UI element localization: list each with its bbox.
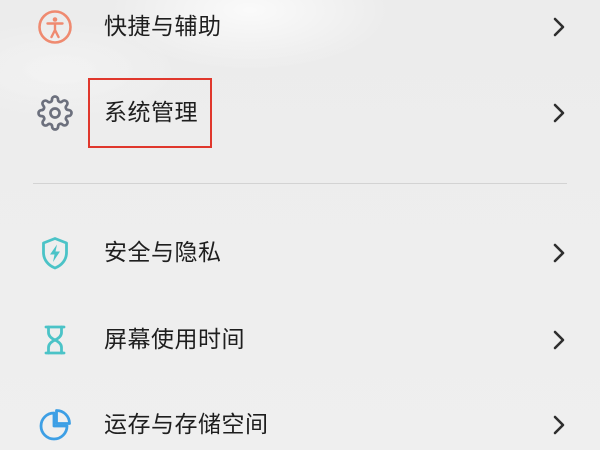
shield-icon — [37, 235, 73, 271]
pie-chart-icon — [37, 407, 73, 443]
chevron-right-icon — [552, 242, 566, 264]
background-texture — [0, 0, 600, 450]
menu-item-label: 屏幕使用时间 — [104, 327, 245, 353]
chevron-right-icon — [552, 16, 566, 38]
menu-item-label: 快捷与辅助 — [104, 14, 222, 40]
menu-item-label: 安全与隐私 — [104, 240, 222, 266]
chevron-right-icon — [552, 329, 566, 351]
accessibility-icon — [37, 9, 73, 45]
menu-item-label: 运存与存储空间 — [104, 412, 269, 438]
gear-icon — [37, 95, 73, 131]
menu-item-system-management[interactable]: 系统管理 — [0, 88, 600, 138]
chevron-right-icon — [552, 102, 566, 124]
menu-item-screen-time[interactable]: 屏幕使用时间 — [0, 315, 600, 365]
menu-item-security-privacy[interactable]: 安全与隐私 — [0, 228, 600, 278]
chevron-right-icon — [552, 414, 566, 436]
section-divider — [33, 183, 567, 184]
hourglass-icon — [37, 322, 73, 358]
menu-item-shortcuts-accessibility[interactable]: 快捷与辅助 — [0, 2, 600, 52]
menu-item-label: 系统管理 — [104, 100, 198, 126]
menu-item-memory-storage[interactable]: 运存与存储空间 — [0, 400, 600, 450]
